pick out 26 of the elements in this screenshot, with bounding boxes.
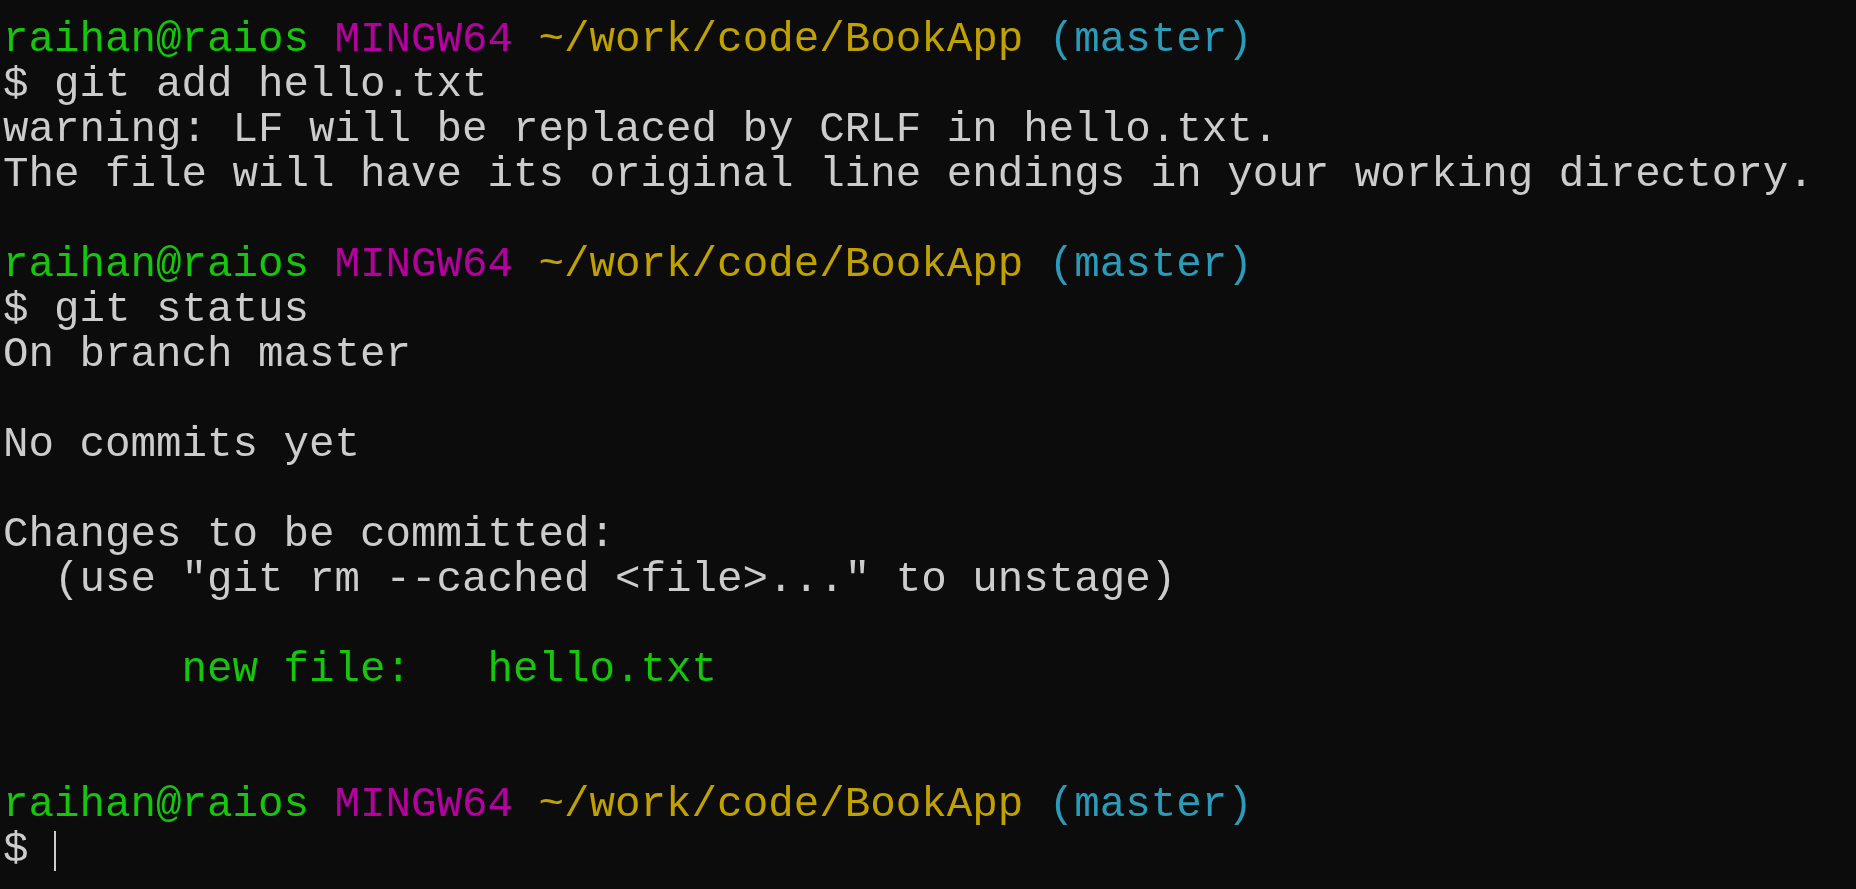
command-text: git add hello.txt (54, 63, 488, 108)
prompt-symbol: $ (3, 63, 29, 108)
user-host-label: raihan@raios (3, 18, 310, 63)
user-host-label: raihan@raios (3, 243, 310, 288)
output-line: No commits yet (3, 423, 361, 468)
output-line: warning: LF will be replaced by CRLF in hello.txt. (3, 108, 1279, 153)
file-status-label: new file: (181, 648, 412, 693)
system-label: MINGW64 (334, 783, 514, 828)
branch-label: (master) (1048, 18, 1253, 63)
text-cursor-icon (54, 830, 56, 871)
prompt-symbol: $ (3, 828, 29, 873)
output-line: (use "git rm --cached <file>..." to unstage) (54, 558, 1177, 603)
system-label: MINGW64 (334, 243, 514, 288)
prompt-symbol: $ (3, 288, 29, 333)
output-line: The file will have its original line endings in your working directory. (3, 153, 1814, 198)
file-name: hello.txt (487, 648, 718, 693)
user-host-label: raihan@raios (3, 783, 310, 828)
path-label: ~/work/code/BookApp (538, 18, 1024, 63)
branch-label: (master) (1048, 783, 1253, 828)
path-label: ~/work/code/BookApp (538, 243, 1024, 288)
branch-label: (master) (1048, 243, 1253, 288)
output-line: Changes to be committed: (3, 513, 616, 558)
system-label: MINGW64 (334, 18, 514, 63)
command-text: git status (54, 288, 310, 333)
path-label: ~/work/code/BookApp (538, 783, 1024, 828)
output-line: On branch master (3, 333, 412, 378)
